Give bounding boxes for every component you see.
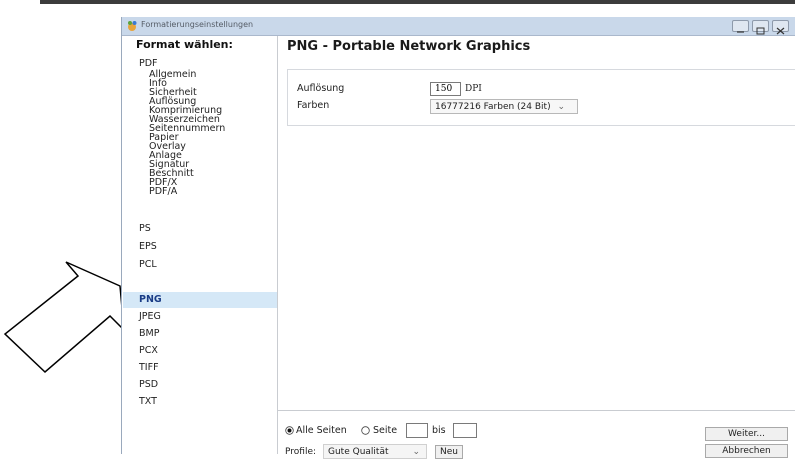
annotation-arrow-icon — [3, 261, 125, 374]
format-item-png[interactable]: PNG — [139, 294, 162, 305]
page-label[interactable]: Seite — [373, 425, 397, 436]
to-label: bis — [432, 425, 446, 436]
page-title: PNG - Portable Network Graphics — [287, 39, 531, 54]
all-pages-radio[interactable] — [285, 426, 294, 435]
top-border — [40, 0, 795, 4]
maximize-button[interactable] — [752, 20, 769, 35]
format-item-txt[interactable]: TXT — [139, 396, 157, 407]
colors-label: Farben — [297, 100, 330, 111]
profile-label: Profile: — [285, 447, 317, 457]
settings-pane: PNG - Portable Network Graphics Auflösun… — [278, 36, 795, 459]
format-item-pcx[interactable]: PCX — [139, 345, 158, 356]
format-item-bmp[interactable]: BMP — [139, 328, 159, 339]
resolution-label: Auflösung — [297, 83, 345, 94]
png-settings-group: Auflösung 150 DPI Farben 16777216 Farben… — [287, 69, 795, 126]
colors-select[interactable]: 16777216 Farben (24 Bit) ⌄ — [430, 99, 578, 114]
page-radio[interactable] — [361, 426, 370, 435]
window-title: Formatierungseinstellungen — [141, 20, 254, 29]
all-pages-label[interactable]: Alle Seiten — [296, 425, 347, 436]
format-item-psd[interactable]: PSD — [139, 379, 158, 390]
app-icon — [128, 21, 137, 31]
format-list: Format wählen: PDF Allgemein Info Sicher… — [122, 36, 278, 454]
page-to-input[interactable] — [453, 423, 477, 438]
format-settings-window: Formatierungseinstellungen Format wählen… — [121, 17, 795, 459]
maximize-icon — [756, 27, 765, 35]
format-list-heading: Format wählen: — [136, 38, 233, 51]
profile-select[interactable]: Gute Qualität ⌄ — [323, 444, 427, 459]
chevron-down-icon: ⌄ — [412, 447, 420, 457]
format-item-tiff[interactable]: TIFF — [139, 362, 159, 373]
minimize-button[interactable] — [732, 20, 749, 33]
resolution-input[interactable]: 150 — [430, 82, 461, 96]
pdf-subitem-pdfa[interactable]: PDF/A — [149, 187, 177, 197]
bottom-bar: Alle Seiten Seite bis Profile: Gute Qual… — [278, 410, 795, 459]
next-button[interactable]: Weiter... — [705, 427, 788, 441]
profile-select-value: Gute Qualität — [328, 447, 389, 457]
resolution-unit: DPI — [465, 84, 482, 94]
minimize-icon — [737, 31, 744, 33]
format-item-pcl[interactable]: PCL — [139, 259, 157, 270]
title-bar: Formatierungseinstellungen — [122, 17, 795, 36]
new-profile-button[interactable]: Neu — [435, 445, 463, 459]
format-item-jpeg[interactable]: JPEG — [139, 311, 161, 322]
format-item-ps[interactable]: PS — [139, 223, 151, 234]
colors-select-value: 16777216 Farben (24 Bit) — [435, 102, 551, 112]
page-from-input[interactable] — [406, 423, 428, 438]
chevron-down-icon: ⌄ — [557, 102, 566, 112]
close-button[interactable] — [772, 20, 789, 35]
close-icon — [776, 27, 785, 35]
format-item-eps[interactable]: EPS — [139, 241, 157, 252]
cancel-button[interactable]: Abbrechen — [705, 444, 788, 458]
format-item-pdf[interactable]: PDF — [139, 58, 158, 69]
